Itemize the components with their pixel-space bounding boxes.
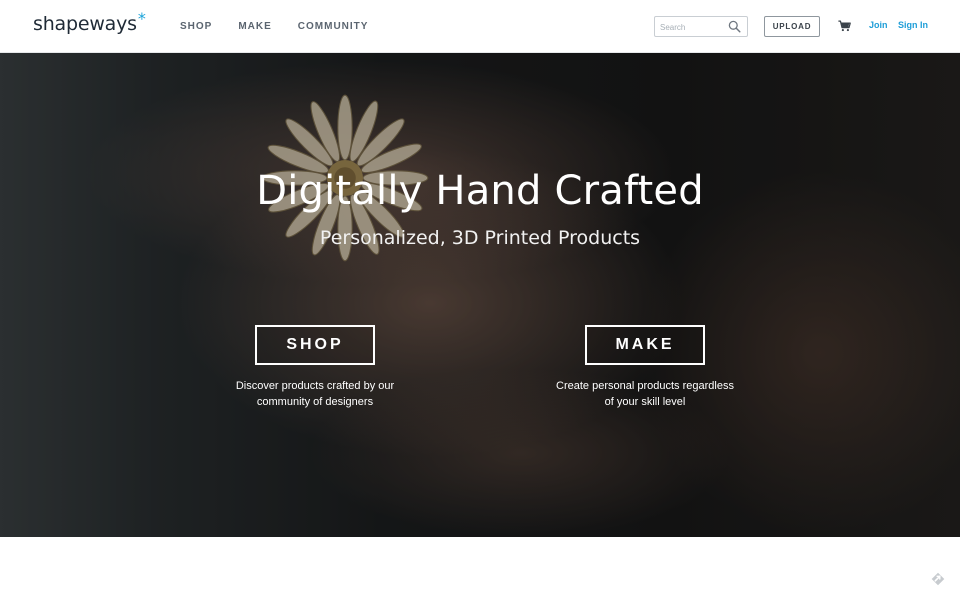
- hero-overlay: [0, 53, 960, 537]
- search-input[interactable]: [655, 18, 730, 37]
- shop-description-line-1: Discover products crafted by our: [235, 380, 395, 392]
- shop-description: Discover products crafted by our communi…: [205, 378, 425, 410]
- nav-community[interactable]: COMMUNITY: [298, 21, 369, 32]
- shapeways-logo[interactable]: shapeways*: [33, 9, 146, 35]
- make-description-line-1: Create personal products regardless: [556, 380, 734, 392]
- make-description: Create personal products regardless of y…: [535, 378, 755, 410]
- logo-text: shapeways: [33, 13, 137, 35]
- make-cta-button[interactable]: MAKE: [585, 325, 705, 365]
- logo-star-icon: *: [137, 9, 146, 28]
- site-header: shapeways* SHOP MAKE COMMUNITY UPLOAD Jo…: [0, 0, 960, 53]
- main-nav: SHOP MAKE COMMUNITY: [180, 21, 394, 32]
- feedback-widget-icon[interactable]: [929, 570, 947, 588]
- search-box: [654, 16, 748, 37]
- hero-title: Digitally Hand Crafted: [256, 168, 704, 214]
- nav-shop[interactable]: SHOP: [180, 21, 212, 32]
- sign-in-link[interactable]: Sign In: [898, 20, 928, 30]
- hero-subtitle: Personalized, 3D Printed Products: [319, 227, 641, 249]
- search-icon[interactable]: [728, 20, 741, 33]
- join-link[interactable]: Join: [869, 20, 888, 30]
- hero-banner: Digitally Hand Crafted Personalized, 3D …: [0, 53, 960, 537]
- shop-description-line-2: community of designers: [256, 396, 374, 408]
- make-description-line-2: of your skill level: [604, 396, 686, 408]
- shop-cta-button[interactable]: SHOP: [255, 325, 375, 365]
- upload-button[interactable]: UPLOAD: [764, 16, 820, 37]
- cart-icon[interactable]: [838, 20, 851, 32]
- nav-make[interactable]: MAKE: [238, 21, 271, 32]
